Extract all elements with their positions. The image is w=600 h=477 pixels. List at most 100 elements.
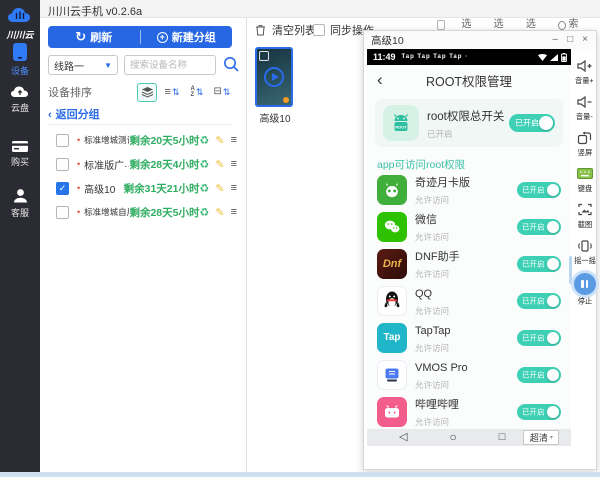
rotate-screen-icon: [577, 129, 592, 146]
layers-icon: [141, 86, 154, 98]
sort-alpha-button[interactable]: AZ⇅: [187, 83, 207, 102]
close-button[interactable]: ×: [582, 35, 588, 45]
tool-label: 音量+: [575, 76, 594, 86]
device-list: ✓ • 标准增城测试 剩余20天5小时 ♻✎≡ ✓ • 标准版广··· 剩余28…: [40, 128, 247, 224]
app-root-toggle[interactable]: 已开启: [517, 293, 561, 309]
device-row[interactable]: ✓ • 标准版广··· 剩余28天4小时 ♻✎≡: [40, 152, 247, 176]
batch-checkbox[interactable]: [437, 20, 445, 30]
phone-screen: ‹ ROOT权限管理 ROOT root权限总开关 已开启 已开启: [367, 65, 571, 429]
status-dot: •: [77, 207, 80, 217]
device-search-link[interactable]: 设备搜索: [558, 16, 600, 30]
refresh-label: 刷新: [90, 29, 112, 45]
master-switch-toggle[interactable]: 已开启: [509, 114, 555, 132]
invert-selection-link[interactable]: 反选: [494, 16, 510, 30]
nav-recents-button[interactable]: □: [499, 429, 506, 446]
device-row-selected[interactable]: ✓ • 高级10 剩余31天21小时 ♻✎≡: [40, 176, 247, 200]
sidebar-item-devices[interactable]: 设备: [0, 42, 40, 77]
device-row[interactable]: ✓ • 标准增城自用 剩余28天5小时 ♻✎≡: [40, 200, 247, 224]
volume-up-button[interactable]: 音量+: [574, 57, 595, 86]
app-root-toggle[interactable]: 已开启: [517, 330, 561, 346]
clear-list-button[interactable]: 清空列表: [255, 22, 316, 38]
device-checkbox[interactable]: ✓: [56, 158, 69, 171]
renew-icon[interactable]: ♻: [199, 206, 209, 219]
app-name: 哔哩哔哩: [415, 399, 459, 411]
maximize-button[interactable]: □: [567, 35, 573, 45]
device-checkbox[interactable]: ✓: [56, 134, 69, 147]
device-time-remaining: 剩余28天4小时: [129, 157, 199, 172]
select-all-link[interactable]: 全选: [461, 16, 477, 30]
list-lines-icon: ≡: [165, 87, 171, 98]
edit-pencil-icon[interactable]: ✎: [215, 158, 224, 171]
logo-text: 川川云: [6, 30, 33, 40]
app-root-toggle[interactable]: 已开启: [517, 256, 561, 272]
rotate-portrait-button[interactable]: 竖屏: [577, 129, 593, 158]
refresh-button[interactable]: ↻ 刷新: [48, 26, 140, 48]
app-root-toggle[interactable]: 已开启: [517, 219, 561, 235]
sidebar-item-buy[interactable]: 购买: [0, 140, 40, 168]
renew-icon[interactable]: ♻: [199, 134, 209, 147]
drag-handle-icon[interactable]: ≡: [231, 134, 237, 146]
updown-arrows-icon: ⇅: [172, 88, 180, 97]
device-row[interactable]: ✓ • 标准增城测试 剩余20天5小时 ♻✎≡: [40, 128, 247, 152]
quality-selector[interactable]: 超清 ▾: [523, 430, 559, 445]
edit-pencil-icon[interactable]: ✎: [215, 206, 224, 219]
search-icon[interactable]: [222, 55, 240, 73]
back-arrow-icon[interactable]: ‹: [377, 67, 383, 93]
edit-pencil-icon[interactable]: ✎: [215, 134, 224, 147]
sort-numeric-button[interactable]: ⊟⇅: [212, 83, 232, 102]
phone-window-titlebar[interactable]: 高级10 – □ ×: [364, 31, 596, 49]
edit-pencil-icon[interactable]: ✎: [215, 182, 224, 195]
app-root-toggle[interactable]: 已开启: [517, 404, 561, 420]
numeric-bars-icon: ⊟: [214, 87, 222, 97]
volume-down-button[interactable]: 音量-: [575, 93, 594, 122]
toggle-on-label: 已开启: [522, 258, 545, 269]
app-root-toggle[interactable]: 已开启: [517, 367, 561, 383]
thumbnail-checkbox[interactable]: [259, 51, 269, 61]
sync-checkbox[interactable]: [313, 24, 325, 36]
svg-text:ROOT: ROOT: [395, 125, 407, 130]
toggle-on-label: 已开启: [522, 295, 545, 306]
device-checkbox-checked[interactable]: ✓: [56, 182, 69, 195]
renew-icon[interactable]: ♻: [199, 182, 209, 195]
refresh-icon: ↻: [75, 31, 86, 43]
multi-select-link[interactable]: 多选: [526, 16, 542, 30]
drag-handle-icon[interactable]: ≡: [231, 182, 237, 194]
master-switch-title: root权限总开关: [427, 111, 504, 123]
renew-icon[interactable]: ♻: [199, 158, 209, 171]
app-row-qq: QQ 允许访问 已开启: [367, 282, 571, 319]
drag-handle-icon[interactable]: ≡: [231, 206, 237, 218]
sidebar-item-cloud-disk[interactable]: 云盘: [0, 84, 40, 114]
back-to-groups-link[interactable]: ‹返回分组: [48, 106, 100, 122]
statusbar-clock: 11:49: [373, 52, 396, 62]
status-dot: •: [77, 159, 80, 169]
new-group-button[interactable]: + 新建分组: [141, 26, 233, 48]
app-permission: 允许访问: [415, 268, 460, 280]
sidebar-item-support[interactable]: 客服: [0, 188, 40, 219]
minimize-button[interactable]: –: [553, 35, 559, 45]
play-icon[interactable]: [264, 67, 284, 87]
screenshot-button[interactable]: 截图: [577, 201, 593, 230]
nav-back-button[interactable]: ◁: [399, 429, 407, 446]
screenshot-icon: [578, 201, 592, 218]
search-input[interactable]: [124, 55, 216, 75]
group-view-button[interactable]: [137, 83, 157, 102]
device-icon: [11, 42, 29, 62]
app-logo: 川川云: [0, 6, 40, 43]
app-row-taptap: Tap TapTap 允许访问 已开启: [367, 319, 571, 356]
nav-home-button[interactable]: ○: [449, 429, 456, 446]
cloud-disk-icon: [10, 84, 30, 99]
device-thumbnail[interactable]: [255, 47, 293, 107]
keyboard-button[interactable]: 键盘: [577, 165, 593, 194]
device-checkbox[interactable]: ✓: [56, 206, 69, 219]
sort-by-list-button[interactable]: ≡⇅: [162, 83, 182, 102]
drag-handle-icon[interactable]: ≡: [231, 158, 237, 170]
line-select-dropdown[interactable]: 线路一 ▼: [48, 55, 118, 75]
divider: [48, 124, 232, 125]
tool-label: 竖屏: [577, 148, 591, 158]
app-row-bilibili: 哔哩哔哩 允许访问 已开启: [367, 393, 571, 429]
app-root-toggle[interactable]: 已开启: [517, 182, 561, 198]
clear-list-label: 清空列表: [272, 22, 316, 38]
shake-button[interactable]: 摇一摇: [573, 237, 597, 266]
stop-button[interactable]: 停止: [574, 273, 596, 307]
toggle-on-label: 已开启: [522, 184, 545, 195]
